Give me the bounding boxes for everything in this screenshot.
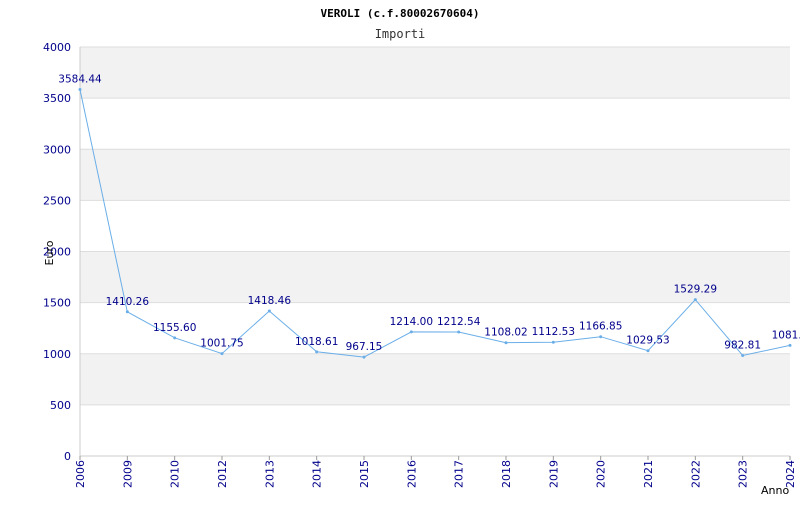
data-point: [788, 343, 792, 347]
background-bands: [80, 47, 790, 405]
x-tick-label: 2013: [263, 460, 276, 488]
data-point: [551, 340, 555, 344]
series-line: [79, 89, 791, 358]
line-chart: VEROLI (c.f.80002670604) Importi 0 500 100…: [43, 7, 800, 497]
data-point: [220, 352, 224, 356]
data-label: 1529.29: [674, 284, 717, 296]
data-label: 1418.46: [248, 295, 292, 307]
data-label: 1018.61: [295, 336, 338, 348]
grid-band: [80, 353, 790, 405]
data-label: 3584.44: [58, 73, 102, 85]
data-label: 1214.00: [390, 316, 433, 328]
data-label: 967.15: [346, 341, 383, 353]
x-tick-label: 2012: [216, 460, 229, 488]
y-tick-label: 500: [50, 399, 71, 412]
x-tick-label: 2017: [453, 460, 466, 488]
x-tick-label: 2022: [689, 460, 702, 488]
data-point: [457, 330, 461, 334]
y-tick-label: 2500: [43, 194, 71, 207]
x-tick-label: 2021: [642, 460, 655, 488]
data-point: [646, 349, 650, 353]
grid-band: [80, 47, 790, 99]
data-point: [125, 310, 129, 314]
data-point: [504, 341, 508, 345]
y-tick-label: 3000: [43, 143, 71, 156]
x-tick-label: 2023: [737, 460, 750, 488]
data-point: [362, 355, 366, 359]
x-tick-label: 2018: [500, 460, 513, 488]
data-point: [741, 354, 745, 358]
data-point: [267, 309, 271, 313]
y-tick-label: 3500: [43, 92, 71, 105]
data-point: [173, 336, 177, 340]
data-point: [315, 350, 319, 354]
x-tick-label: 2020: [595, 460, 608, 488]
data-label: 1108.02: [484, 327, 527, 339]
data-point: [78, 87, 82, 91]
data-label: 1410.26: [106, 296, 150, 308]
data-label: 1029.53: [626, 335, 669, 347]
x-tick-label: 2015: [358, 460, 371, 488]
data-label: 1001.75: [200, 338, 243, 350]
data-labels: 3584.44 1410.26 1155.60 1001.75 1418.46 1018.…: [58, 73, 800, 353]
x-tick-label: 2009: [121, 460, 134, 488]
series-line-group: [78, 87, 792, 359]
x-tick-label: 2014: [311, 460, 324, 488]
data-label: 1166.85: [579, 321, 622, 333]
x-axis-label: Anno: [761, 484, 789, 497]
data-label: 1112.53: [532, 326, 575, 338]
chart-container: VEROLI (c.f.80002670604) Importi 0 500 100…: [0, 0, 800, 500]
x-tick-label: 2016: [405, 460, 418, 488]
data-label: 1212.54: [437, 316, 481, 328]
y-tick-label: 0: [64, 450, 71, 463]
x-tick-label: 2019: [547, 460, 560, 488]
y-tick-label: 1500: [43, 297, 71, 310]
x-axis-ticks: 2006 2009 2010 2012 2013 2014 2015 2016 2017 2018…: [74, 456, 797, 488]
y-axis-label: Euro: [43, 240, 56, 265]
data-point: [693, 298, 697, 302]
chart-subtitle: Importi: [375, 27, 426, 41]
x-tick-label: 2006: [74, 460, 87, 488]
data-point: [599, 335, 603, 339]
chart-title: VEROLI (c.f.80002670604): [321, 7, 480, 20]
x-tick-label: 2010: [169, 460, 182, 488]
data-label: 1081.5: [772, 329, 800, 341]
y-tick-label: 1000: [43, 348, 71, 361]
data-point: [409, 330, 413, 334]
y-tick-label: 4000: [43, 41, 71, 54]
data-label: 982.81: [724, 340, 761, 352]
data-label: 1155.60: [153, 322, 196, 334]
grid-band: [80, 149, 790, 201]
